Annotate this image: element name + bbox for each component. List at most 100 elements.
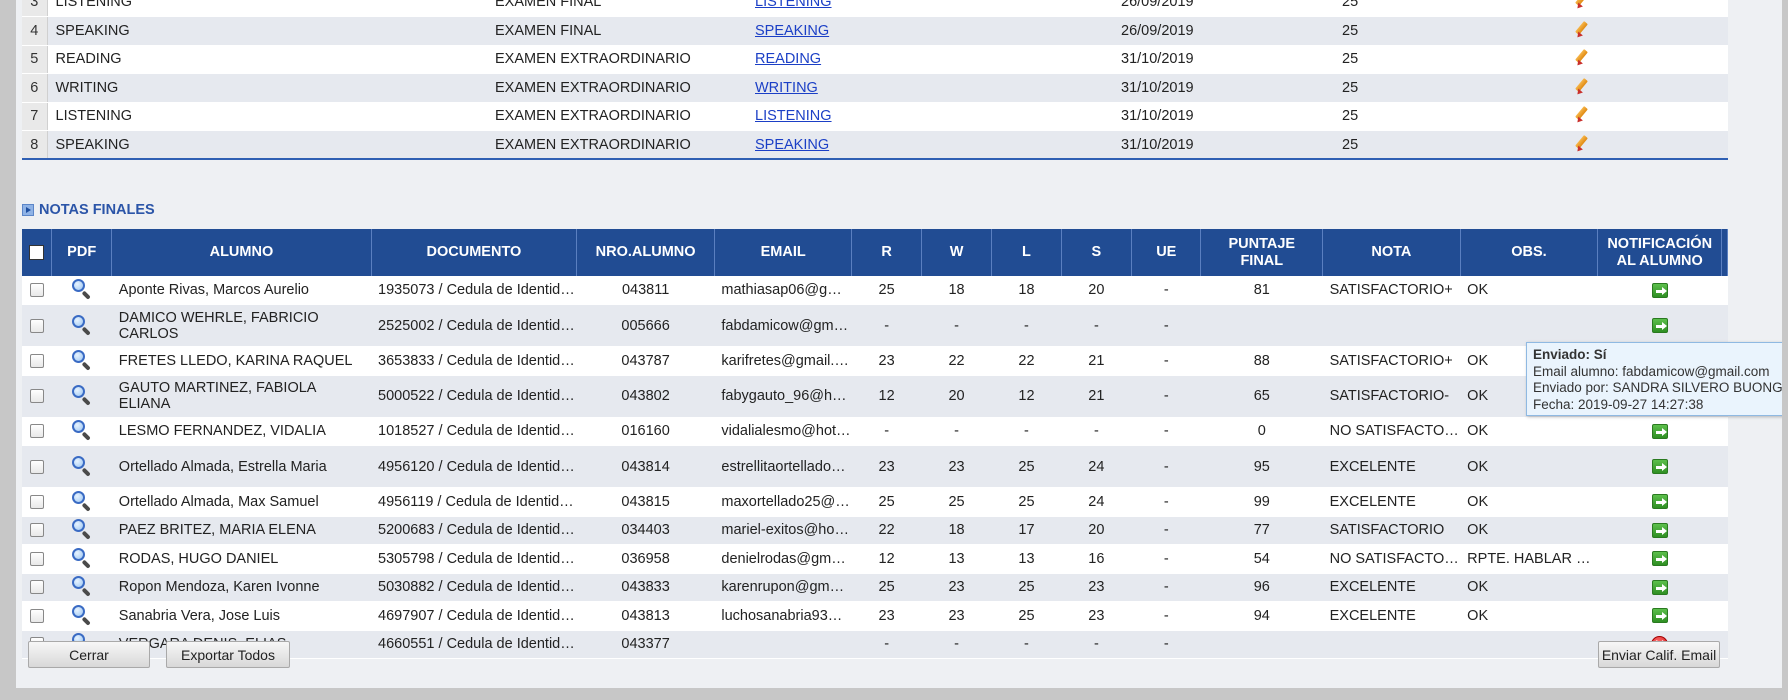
magnifier-icon[interactable] xyxy=(71,490,93,512)
exam-type: EXAMEN FINAL xyxy=(487,16,747,46)
send-grades-email-button[interactable]: Enviar Calif. Email xyxy=(1598,641,1720,668)
skill-link[interactable]: SPEAKING xyxy=(755,23,829,39)
row-checkbox[interactable] xyxy=(29,608,44,623)
score-ue: - xyxy=(1131,304,1201,347)
notification-sent-icon[interactable] xyxy=(1651,494,1668,510)
magnifier-icon[interactable] xyxy=(71,384,93,406)
magnifier-icon[interactable] xyxy=(71,278,93,300)
notification-sent-icon[interactable] xyxy=(1651,423,1668,439)
grade: SATISFACTORIO xyxy=(1322,516,1461,545)
score-s: 20 xyxy=(1061,276,1132,305)
header-ue[interactable]: UE xyxy=(1131,229,1202,276)
row-checkbox[interactable] xyxy=(29,494,44,509)
exam-date: 31/10/2019 xyxy=(1113,73,1334,103)
student-document: 1018527 / Cedula de Identida… xyxy=(371,417,577,446)
notification-sent-icon[interactable] xyxy=(1651,282,1668,298)
header-documento[interactable]: DOCUMENTO xyxy=(371,229,578,276)
skill-link-cell: WRITING xyxy=(747,73,1113,103)
skill-link[interactable]: WRITING xyxy=(755,80,818,96)
header-r[interactable]: R xyxy=(851,229,922,276)
skill-link[interactable]: LISTENING xyxy=(755,0,832,10)
exam-type: EXAMEN EXTRAORDINARIO xyxy=(487,73,747,103)
row-checkbox[interactable] xyxy=(29,389,44,404)
notification-sent-icon[interactable] xyxy=(1651,318,1668,334)
magnifier-icon[interactable] xyxy=(71,349,93,371)
row-checkbox[interactable] xyxy=(29,523,44,538)
edit-pencil-icon[interactable] xyxy=(1574,0,1592,11)
student-document: 2525002 / Cedula de Identida… xyxy=(371,304,577,347)
notification-sent-icon[interactable] xyxy=(1651,522,1668,538)
section-header: NOTAS FINALES xyxy=(22,202,155,218)
export-all-button[interactable]: Exportar Todos xyxy=(166,641,290,668)
edit-cell xyxy=(1564,102,1728,131)
skill-name: LISTENING xyxy=(47,102,487,131)
edit-pencil-icon[interactable] xyxy=(1574,20,1592,40)
edit-pencil-icon[interactable] xyxy=(1574,134,1592,153)
student-number: 043377 xyxy=(576,630,715,659)
edit-pencil-icon[interactable] xyxy=(1574,48,1592,68)
magnifier-lens xyxy=(71,519,85,533)
row-checkbox[interactable] xyxy=(29,353,44,368)
header-nro-alumno[interactable]: NRO.ALUMNO xyxy=(576,229,715,276)
row-checkbox[interactable] xyxy=(29,551,44,566)
edit-pencil-icon[interactable] xyxy=(1574,77,1592,97)
score-s: 23 xyxy=(1061,601,1132,631)
row-spacer xyxy=(1721,516,1728,545)
student-name: Ortellado Almada, Estrella Maria xyxy=(111,445,372,488)
select-all-checkbox[interactable] xyxy=(29,244,45,260)
exam-type: EXAMEN EXTRAORDINARIO xyxy=(487,45,747,74)
magnifier-icon[interactable] xyxy=(71,314,93,336)
student-number: 043802 xyxy=(576,375,715,418)
row-spacer xyxy=(1721,544,1728,574)
final-score: 81 xyxy=(1200,276,1323,305)
header-alumno[interactable]: ALUMNO xyxy=(111,229,372,276)
header-nota[interactable]: NOTA xyxy=(1322,229,1461,276)
edit-pencil-icon[interactable] xyxy=(1574,105,1592,125)
row-checkbox[interactable] xyxy=(29,318,44,333)
evaluation-row: 5 READING EXAMEN EXTRAORDINARIO READING 31/1… xyxy=(22,45,1728,74)
row-checkbox[interactable] xyxy=(29,459,44,474)
header-obs[interactable]: OBS. xyxy=(1460,229,1599,276)
header-puntaje-final[interactable]: PUNTAJE FINAL xyxy=(1200,229,1324,276)
evaluation-row: 6 WRITING EXAMEN EXTRAORDINARIO WRITING 31/1… xyxy=(22,73,1728,103)
header-s[interactable]: S xyxy=(1061,229,1133,276)
header-w[interactable]: W xyxy=(921,229,993,276)
section-expand-icon[interactable] xyxy=(22,204,34,216)
skill-link[interactable]: SPEAKING xyxy=(755,137,829,153)
skill-link[interactable]: LISTENING xyxy=(755,108,832,124)
magnifier-handle xyxy=(81,587,91,598)
student-number: 043811 xyxy=(576,276,715,305)
pdf-cell xyxy=(51,487,112,517)
notification-sent-icon[interactable] xyxy=(1651,608,1668,624)
magnifier-icon[interactable] xyxy=(71,518,93,541)
magnifier-lens xyxy=(71,279,85,292)
table-row: GAUTO MARTINEZ, FABIOLA ELIANA 5000522 / … xyxy=(22,375,1728,418)
magnifier-icon[interactable] xyxy=(71,575,93,598)
final-grades-table: PDF ALUMNO DOCUMENTO NRO.ALUMNO EMAIL R … xyxy=(22,229,1728,659)
row-checkbox[interactable] xyxy=(29,424,44,439)
grade: NO SATISFACTO… xyxy=(1322,544,1461,574)
row-checkbox[interactable] xyxy=(29,580,44,595)
final-score: 94 xyxy=(1200,601,1323,631)
notification-sent-icon[interactable] xyxy=(1651,551,1668,567)
magnifier-icon[interactable] xyxy=(71,455,93,477)
notification-cell xyxy=(1597,445,1722,488)
header-email[interactable]: EMAIL xyxy=(714,229,853,276)
skill-link[interactable]: READING xyxy=(755,51,821,67)
magnifier-icon[interactable] xyxy=(71,419,93,442)
magnifier-icon[interactable] xyxy=(71,604,93,626)
final-score: 95 xyxy=(1200,445,1323,488)
header-puntaje-line1: PUNTAJE xyxy=(1228,235,1296,252)
grade: EXCELENTE xyxy=(1322,445,1461,488)
header-l[interactable]: L xyxy=(991,229,1062,276)
grade xyxy=(1322,630,1461,659)
notification-sent-icon[interactable] xyxy=(1651,579,1668,595)
score-w: 22 xyxy=(921,346,992,376)
student-name: Sanabria Vera, Jose Luis xyxy=(111,601,372,631)
magnifier-icon[interactable] xyxy=(71,547,93,569)
table-row: FRETES LLEDO, KARINA RAQUEL 3653833 / Ced… xyxy=(22,346,1728,376)
row-select-cell xyxy=(22,304,52,347)
row-checkbox[interactable] xyxy=(29,283,44,298)
notification-sent-icon[interactable] xyxy=(1651,459,1668,475)
close-button[interactable]: Cerrar xyxy=(28,641,150,668)
